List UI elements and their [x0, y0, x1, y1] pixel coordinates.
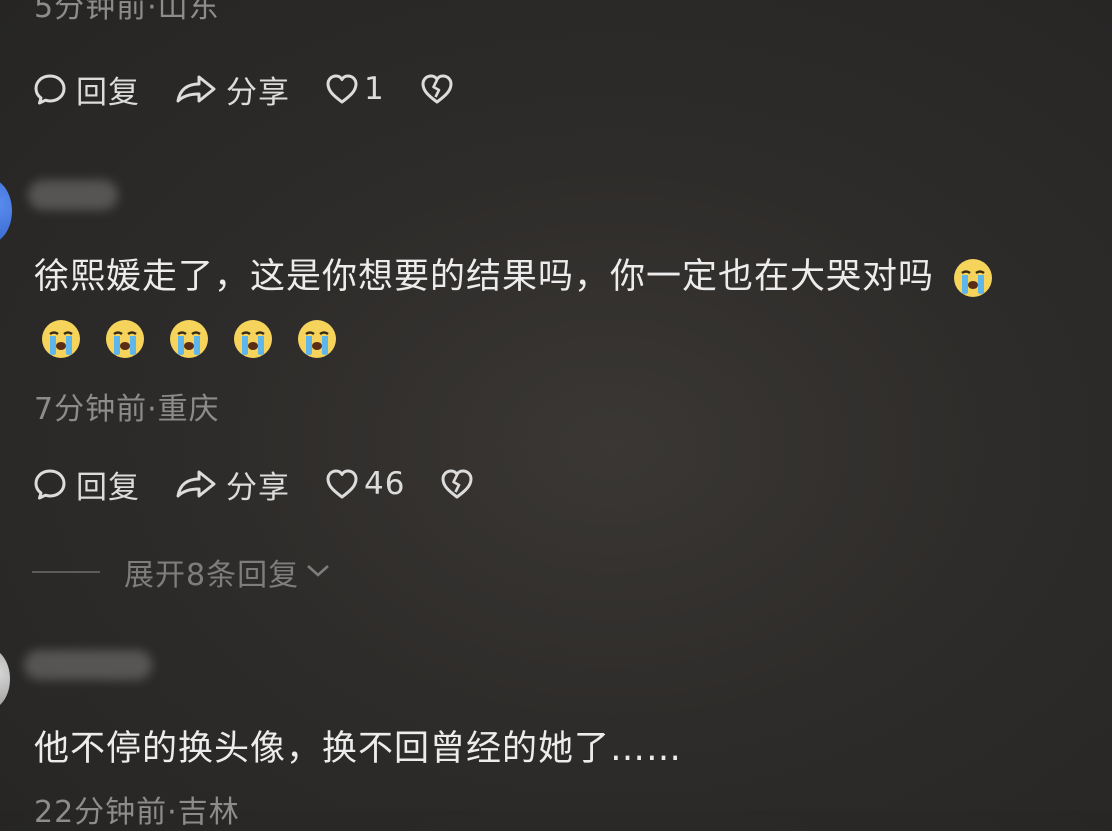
broken-heart-icon: [439, 466, 475, 502]
share-button[interactable]: 分享: [174, 462, 290, 507]
reply-button[interactable]: 回复: [32, 462, 140, 507]
heart-icon: [324, 466, 360, 502]
comment-meta: 22分钟前·吉林: [34, 795, 240, 830]
expand-divider: [32, 571, 100, 573]
like-count: 1: [364, 71, 385, 107]
share-arrow-icon: [174, 71, 218, 107]
username-redacted: [24, 650, 152, 680]
like-button[interactable]: 1: [324, 71, 385, 107]
loudly-crying-face-emoji: [104, 318, 146, 360]
comment-meta: 5分钟前·山东: [34, 0, 220, 25]
loudly-crying-face-emoji: [40, 318, 82, 360]
comment-bubble-icon: [32, 71, 68, 107]
share-button[interactable]: 分享: [174, 67, 290, 112]
loudly-crying-face-emoji: [168, 318, 210, 360]
reply-button[interactable]: 回复: [32, 67, 140, 112]
reply-label: 回复: [76, 469, 140, 506]
loudly-crying-face-emoji: [952, 257, 994, 299]
avatar[interactable]: [0, 648, 10, 710]
share-label: 分享: [226, 469, 290, 506]
expand-replies-button[interactable]: 展开8条回复: [32, 550, 331, 594]
like-count: 46: [364, 466, 406, 502]
dislike-button[interactable]: [419, 71, 455, 107]
comment-bubble-icon: [32, 466, 68, 502]
comment-actions: 回复 分享 46: [32, 462, 509, 506]
share-label: 分享: [226, 74, 290, 111]
loudly-crying-face-emoji: [296, 318, 338, 360]
reply-label: 回复: [76, 74, 140, 111]
chevron-down-icon: [305, 560, 331, 584]
emoji-row: [40, 318, 338, 360]
heart-icon: [324, 71, 360, 107]
dislike-button[interactable]: [439, 466, 475, 502]
share-arrow-icon: [174, 466, 218, 502]
expand-replies-label: 展开8条回复: [124, 558, 300, 593]
username-redacted: [28, 180, 118, 210]
loudly-crying-face-emoji: [232, 318, 274, 360]
comment-actions: 回复 分享 1: [32, 67, 489, 111]
comment-text: 他不停的换头像，换不回曾经的她了……: [34, 729, 683, 769]
like-button[interactable]: 46: [324, 466, 405, 502]
comment-body: 徐熙媛走了，这是你想要的结果吗，你一定也在大哭对吗: [34, 257, 935, 297]
comment-text: 徐熙媛走了，这是你想要的结果吗，你一定也在大哭对吗: [34, 248, 994, 299]
broken-heart-icon: [419, 71, 455, 107]
comment-meta: 7分钟前·重庆: [34, 392, 220, 427]
avatar[interactable]: [0, 178, 12, 244]
